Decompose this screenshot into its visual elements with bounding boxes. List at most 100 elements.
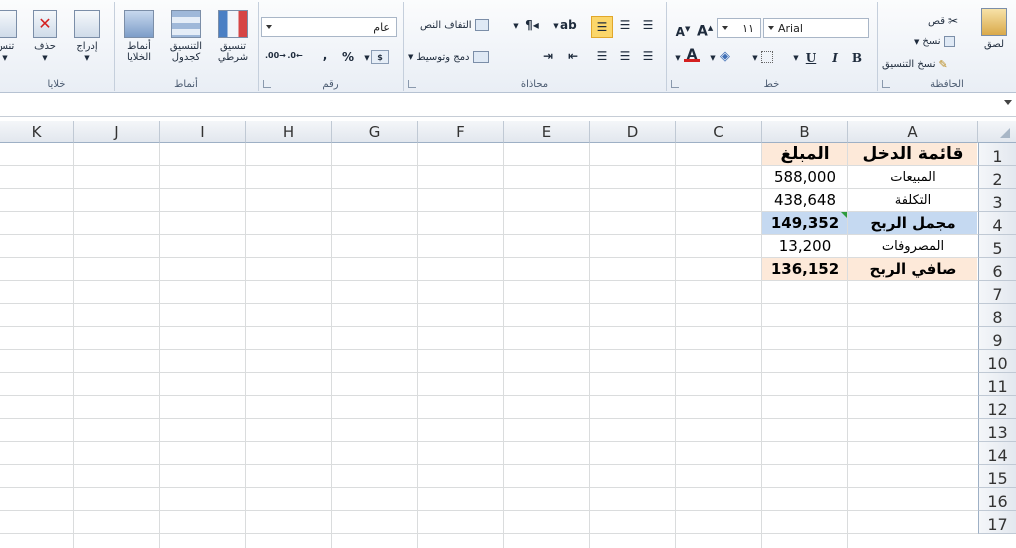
formula-bar[interactable]	[0, 95, 1016, 117]
font-group: Arial ١١ A▲ A▼ B I U ▼ ▼ ◈ ▼ A ▼ خط	[666, 2, 876, 91]
ribbon: لصق قص ✂ ▼ نسخ نسخ التنسيق ✎ الحافظة Ari…	[0, 0, 1016, 93]
font-name-combo[interactable]: Arial	[763, 18, 869, 38]
text-direction-dropdown-icon[interactable]: ▼	[508, 19, 524, 33]
row-header-5[interactable]: 5	[978, 235, 1016, 258]
align-center-icon[interactable]: ☰	[617, 49, 633, 63]
insert-button[interactable]: إدراج ▼	[66, 10, 108, 64]
format-painter-button[interactable]: نسخ التنسيق ✎	[882, 58, 948, 71]
row-gridline	[0, 442, 978, 465]
copy-button[interactable]: ▼ نسخ	[914, 36, 955, 47]
currency-dropdown-icon[interactable]: ▼	[359, 51, 375, 65]
row-header-9[interactable]: 9	[978, 327, 1016, 350]
text-direction-icon[interactable]: ¶◂	[524, 18, 540, 32]
align-bottom-icon[interactable]: ☰	[591, 16, 613, 38]
cell-A1[interactable]: قائمة الدخل	[848, 143, 978, 166]
format-cells-button[interactable]: تنس ▼	[0, 10, 24, 64]
row-header-16[interactable]: 16	[978, 488, 1016, 511]
increase-decimal-icon[interactable]: .0←	[287, 49, 303, 63]
cell-A4[interactable]: مجمل الربح	[848, 212, 978, 235]
cut-button[interactable]: قص ✂	[928, 14, 958, 28]
cell-B5[interactable]: 13,200	[762, 235, 848, 258]
font-color-icon[interactable]: A	[684, 48, 700, 62]
column-header-K[interactable]: K	[0, 121, 74, 143]
merge-center-label: دمج وتوسيط	[416, 51, 470, 63]
row-header-1[interactable]: 1	[978, 143, 1016, 166]
cell-B3[interactable]: 438,648	[762, 189, 848, 212]
align-middle-icon[interactable]: ☰	[617, 18, 633, 32]
decrease-decimal-icon[interactable]: .00→	[265, 49, 286, 63]
row-header-8[interactable]: 8	[978, 304, 1016, 327]
column-header-C[interactable]: C	[676, 121, 762, 143]
row-header-17[interactable]: 17	[978, 511, 1016, 534]
cell-B1[interactable]: المبلغ	[762, 143, 848, 166]
font-size-combo[interactable]: ١١	[717, 18, 761, 38]
shrink-font-icon[interactable]: A▼	[675, 22, 691, 39]
font-launcher-icon[interactable]	[671, 80, 679, 88]
orientation-dropdown-icon[interactable]: ▼	[548, 19, 564, 33]
borders-dropdown-icon[interactable]: ▼	[747, 51, 763, 65]
row-header-11[interactable]: 11	[978, 373, 1016, 396]
row-header-14[interactable]: 14	[978, 442, 1016, 465]
column-header-F[interactable]: F	[418, 121, 504, 143]
cell-styles-button[interactable]: أنماط الخلايا	[117, 10, 161, 63]
align-left-icon[interactable]: ☰	[594, 49, 610, 63]
percent-button[interactable]: %	[340, 50, 356, 64]
row-header-3[interactable]: 3	[978, 189, 1016, 212]
column-header-G[interactable]: G	[332, 121, 418, 143]
underline-button[interactable]: U	[803, 51, 819, 65]
cell-A5[interactable]: المصروفات	[848, 235, 978, 258]
column-header-B[interactable]: B	[762, 121, 848, 143]
column-header-H[interactable]: H	[246, 121, 332, 143]
row-header-13[interactable]: 13	[978, 419, 1016, 442]
error-indicator-icon[interactable]	[841, 212, 847, 218]
cell-B4[interactable]: 149,352	[762, 212, 848, 235]
decrease-indent-icon[interactable]: ⇤	[565, 49, 581, 63]
number-launcher-icon[interactable]	[263, 80, 271, 88]
clipboard-launcher-icon[interactable]	[882, 80, 890, 88]
number-format-combo[interactable]: عام	[261, 17, 397, 37]
bold-button[interactable]: B	[849, 51, 865, 65]
select-all-corner[interactable]	[978, 121, 1016, 143]
row-header-12[interactable]: 12	[978, 396, 1016, 419]
row-header-2[interactable]: 2	[978, 166, 1016, 189]
format-as-table-button[interactable]: التنسيق كجدول	[163, 10, 209, 63]
format-as-table-icon	[171, 10, 201, 38]
row-header-10[interactable]: 10	[978, 350, 1016, 373]
cell-B2[interactable]: 588,000	[762, 166, 848, 189]
increase-indent-icon[interactable]: ⇥	[540, 49, 556, 63]
column-header-D[interactable]: D	[590, 121, 676, 143]
row-header-4[interactable]: 4	[978, 212, 1016, 235]
cell-A6[interactable]: صافي الربح	[848, 258, 978, 281]
wrap-text-button[interactable]: التفاف النص	[420, 19, 489, 31]
font-color-dropdown-icon[interactable]: ▼	[670, 51, 686, 65]
expand-formula-bar-icon[interactable]	[1004, 100, 1012, 105]
grow-font-icon[interactable]: A▲	[697, 21, 713, 39]
delete-button[interactable]: ✕ حذف ▼	[26, 10, 64, 64]
row-header-7[interactable]: 7	[978, 281, 1016, 304]
row-gridline	[0, 304, 978, 327]
comma-button[interactable]: ,	[317, 48, 333, 62]
column-header-A[interactable]: A	[848, 121, 978, 143]
worksheet-grid[interactable]: K J I H G F E D C B A 1 قائمة الدخل المبلغ 2 المبيعات 58…	[0, 121, 1016, 548]
align-top-icon[interactable]: ☰	[640, 18, 656, 32]
row-header-6[interactable]: 6	[978, 258, 1016, 281]
styles-group-label: أنماط	[174, 79, 198, 90]
row-header-15[interactable]: 15	[978, 465, 1016, 488]
paste-button[interactable]: لصق	[974, 8, 1014, 50]
alignment-launcher-icon[interactable]	[408, 80, 416, 88]
cell-A3[interactable]: التكلفة	[848, 189, 978, 212]
merge-center-button[interactable]: ▼ دمج وتوسيط	[408, 51, 489, 63]
paste-icon	[981, 8, 1007, 36]
conditional-formatting-button[interactable]: تنسيق شرطي	[211, 10, 255, 63]
align-right-icon[interactable]: ☰	[640, 49, 656, 63]
italic-button[interactable]: I	[827, 51, 843, 65]
cell-A2[interactable]: المبيعات	[848, 166, 978, 189]
column-header-J[interactable]: J	[74, 121, 160, 143]
delete-dropdown-icon: ▼	[42, 54, 48, 62]
fill-color-dropdown-icon[interactable]: ▼	[705, 51, 721, 65]
styles-group: تنسيق شرطي التنسيق كجدول أنماط الخلايا أ…	[114, 2, 257, 91]
cell-B6[interactable]: 136,152	[762, 258, 848, 281]
underline-dropdown-icon[interactable]: ▼	[788, 51, 804, 65]
column-header-E[interactable]: E	[504, 121, 590, 143]
column-header-I[interactable]: I	[160, 121, 246, 143]
